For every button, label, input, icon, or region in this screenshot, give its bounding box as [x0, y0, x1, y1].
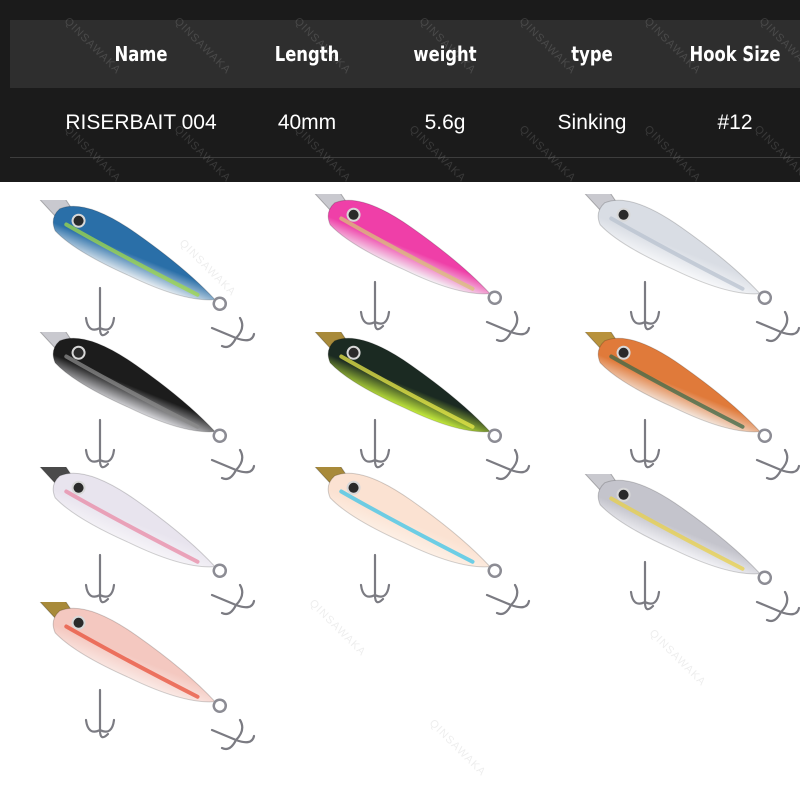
- watermark: QINSAWAKA: [426, 717, 489, 779]
- lure-image: [306, 194, 531, 343]
- lure-body: [52, 607, 217, 703]
- spec-panel: Name Length weight type Hook Size RISERB…: [0, 0, 800, 182]
- lure-image: [31, 332, 256, 481]
- lure-body: [327, 337, 492, 433]
- belly-treble-hook: [629, 418, 661, 469]
- lure-image: [576, 332, 800, 481]
- lure-clear-pink-head: [0, 467, 264, 617]
- belly-treble-hook: [359, 280, 391, 331]
- lure-image: [31, 467, 256, 616]
- header-type: type: [571, 42, 613, 66]
- lure-clear-ghost: [545, 194, 800, 344]
- value-weight: 5.6g: [424, 111, 466, 134]
- lure-image: [306, 332, 531, 481]
- lure-black-silver-logo: [0, 332, 264, 482]
- belly-treble-hook: [629, 560, 661, 611]
- watermark: QINSAWAKA: [646, 627, 709, 689]
- spec-data-row: RISERBAIT 004 40mm 5.6g Sinking #12: [10, 89, 800, 157]
- lure-body: [52, 205, 217, 301]
- belly-treble-hook: [359, 553, 391, 604]
- belly-treble-hook: [84, 688, 116, 739]
- lure-clear-orange: [545, 332, 800, 482]
- tail-treble-hook: [485, 583, 531, 616]
- belly-treble-hook: [359, 418, 391, 469]
- lure-color-grid: QINSAWAKA QINSAWAKA QINSAWAKA QINSAWAKA …: [0, 182, 800, 800]
- lure-peach-candy-dots: [275, 467, 539, 617]
- lure-clear-orange-flake: [0, 602, 264, 752]
- lure-body: [597, 199, 762, 295]
- lure-body: [52, 472, 217, 568]
- lure-image: [31, 602, 256, 751]
- lure-chartreuse-black-logo: [275, 332, 539, 482]
- lure-body: [597, 479, 762, 575]
- belly-treble-hook: [84, 418, 116, 469]
- lure-body: [52, 337, 217, 433]
- lure-body: [327, 199, 492, 295]
- belly-treble-hook: [629, 280, 661, 331]
- lure-image: [576, 194, 800, 343]
- lure-image: [31, 200, 256, 349]
- lure-body: [597, 337, 762, 433]
- tail-treble-hook: [210, 718, 256, 751]
- header-weight: weight: [413, 42, 477, 66]
- lure-body: [327, 472, 492, 568]
- lure-image: [576, 474, 800, 623]
- lure-image: [306, 467, 531, 616]
- lure-rainbow-silver: [545, 474, 800, 624]
- lure-blue-silver: [0, 200, 264, 350]
- lure-pink-trout: [275, 194, 539, 344]
- belly-treble-hook: [84, 553, 116, 604]
- belly-treble-hook: [84, 286, 116, 337]
- tail-treble-hook: [755, 590, 800, 623]
